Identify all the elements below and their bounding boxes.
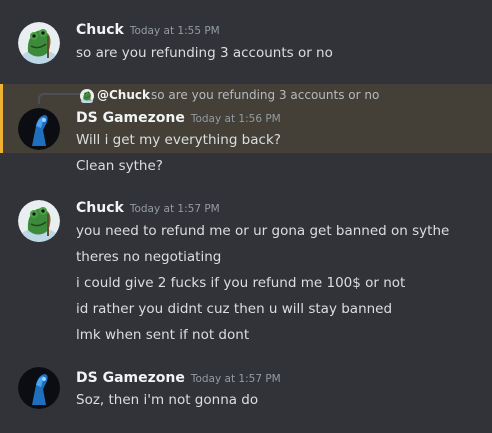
reply-preview[interactable]: so are you refunding 3 accounts or no [151, 88, 379, 102]
timestamp: Today at 1:56 PM [190, 113, 281, 125]
message-line: Soz, then i'm not gonna do [76, 392, 259, 408]
message-line: id rather you didnt cuz then u will stay… [76, 301, 393, 317]
message-line: you need to refund me or ur gona get ban… [76, 223, 450, 239]
author-label[interactable]: Chuck [76, 200, 124, 216]
author-label[interactable]: DS Gamezone [76, 370, 185, 386]
frog-avatar-icon [80, 89, 94, 103]
avatar[interactable] [18, 367, 60, 409]
message-line: Clean sythe? [76, 158, 163, 174]
author-label[interactable]: Chuck [76, 22, 124, 38]
avatar[interactable] [18, 200, 60, 242]
avatar[interactable] [18, 22, 60, 64]
timestamp: Today at 1:55 PM [129, 25, 220, 37]
avatar[interactable] [18, 108, 60, 150]
reply-avatar[interactable] [80, 88, 94, 102]
message-line: so are you refunding 3 accounts or no [76, 45, 333, 61]
author-name[interactable]: Chuck Today at 1:55 PM [76, 22, 220, 38]
frog-avatar-icon [18, 200, 60, 242]
reply-spine [38, 93, 80, 104]
message-line: lmk when sent if not dont [76, 327, 250, 343]
blue-figure-avatar-icon [18, 108, 60, 150]
message-line: theres no negotiating [76, 249, 222, 265]
message-line: Will i get my everything back? [76, 132, 281, 148]
timestamp: Today at 1:57 PM [129, 203, 220, 215]
reply-author[interactable]: @Chuck [97, 88, 150, 102]
message-line: i could give 2 fucks if you refund me 10… [76, 275, 406, 291]
timestamp: Today at 1:57 PM [190, 373, 281, 385]
author-name[interactable]: Chuck Today at 1:57 PM [76, 200, 220, 216]
author-name[interactable]: DS Gamezone Today at 1:56 PM [76, 110, 281, 126]
blue-figure-avatar-icon [18, 367, 60, 409]
frog-avatar-icon [18, 22, 60, 64]
author-name[interactable]: DS Gamezone Today at 1:57 PM [76, 370, 281, 386]
author-label[interactable]: DS Gamezone [76, 110, 185, 126]
